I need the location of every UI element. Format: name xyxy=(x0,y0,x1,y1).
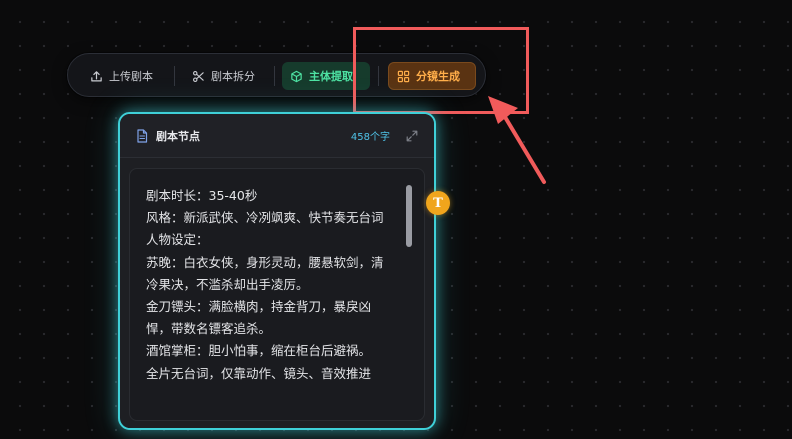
script-content[interactable]: 剧本时长：35-40秒 风格：新派武侠、冷冽飒爽、快节奏无台词 人物设定： 苏晚… xyxy=(146,185,394,385)
upload-icon xyxy=(91,70,102,81)
text-output-handle[interactable]: T xyxy=(426,191,450,215)
node-title: 剧本节点 xyxy=(156,129,200,143)
toolbar-divider xyxy=(274,66,275,86)
toolbar-divider xyxy=(174,66,175,86)
split-script-label: 剧本拆分 xyxy=(211,70,255,83)
script-node[interactable]: 剧本节点 458个字 剧本时长：35-40秒 风格：新派武侠、冷冽飒爽、快节奏无… xyxy=(118,112,436,430)
node-header[interactable]: 剧本节点 458个字 xyxy=(120,114,434,158)
script-text-area[interactable]: 剧本时长：35-40秒 风格：新派武侠、冷冽飒爽、快节奏无台词 人物设定： 苏晚… xyxy=(129,168,425,421)
annotation-arrow xyxy=(488,96,546,184)
expand-icon[interactable] xyxy=(406,130,418,142)
document-icon xyxy=(137,128,148,143)
cube-icon xyxy=(291,70,302,82)
scrollbar-thumb[interactable] xyxy=(406,185,412,247)
scissors-icon xyxy=(193,70,204,82)
character-count: 458个字 xyxy=(350,132,390,143)
upload-script-button[interactable]: 上传剧本 xyxy=(82,62,161,90)
upload-script-label: 上传剧本 xyxy=(109,70,153,83)
split-script-button[interactable]: 剧本拆分 xyxy=(184,62,263,90)
extract-subject-label: 主体提取 xyxy=(309,70,353,83)
